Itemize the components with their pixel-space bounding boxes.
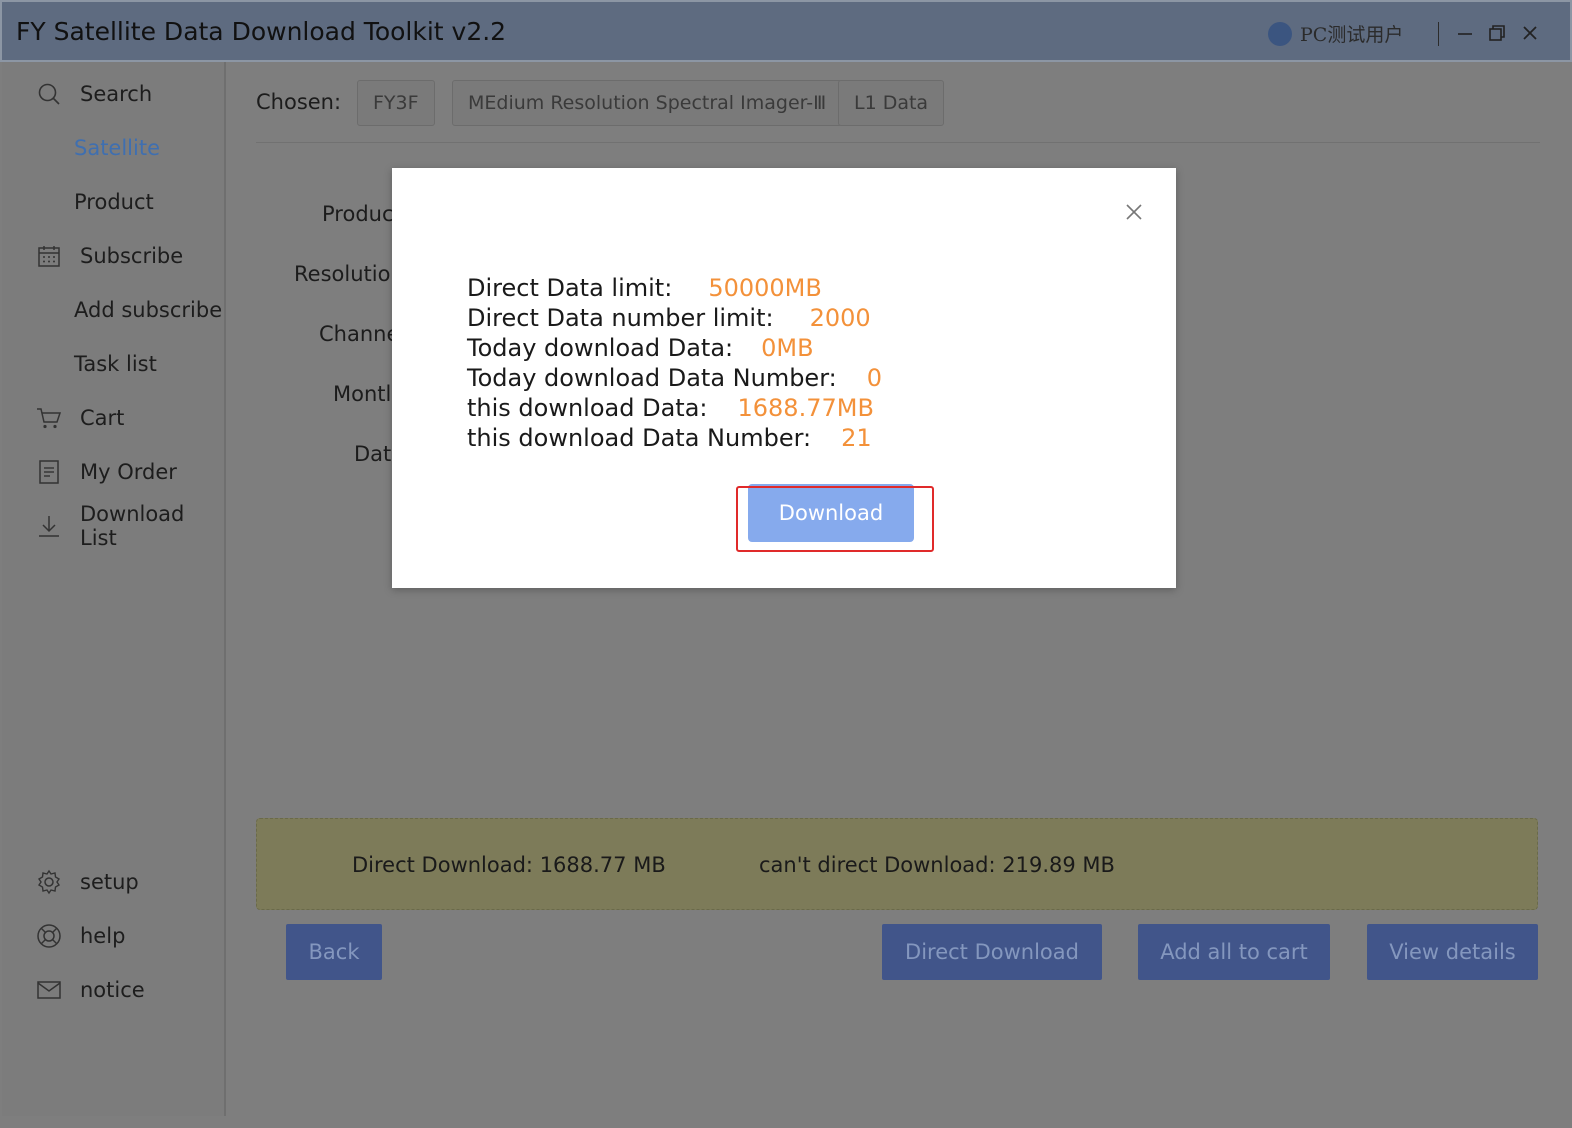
dialog-row-this-data: this download Data: 1688.77MB bbox=[467, 394, 874, 422]
sidebar-item-label: Download List bbox=[80, 502, 185, 550]
chosen-chip-data-level[interactable]: L1 Data bbox=[838, 80, 945, 126]
dialog-close-button[interactable] bbox=[1122, 200, 1146, 224]
download-summary: Direct Download: 1688.77 MB can't direct… bbox=[256, 818, 1538, 910]
view-details-button[interactable]: View details bbox=[1367, 924, 1538, 980]
chosen-label: Chosen: bbox=[256, 90, 342, 114]
sidebar-item-subscribe[interactable]: Subscribe bbox=[2, 236, 226, 276]
close-window-button[interactable] bbox=[1517, 18, 1543, 48]
row-label: Today download Data: bbox=[467, 334, 734, 362]
row-label: this download Data: bbox=[467, 394, 708, 422]
dialog-row-direct-number-limit: Direct Data number limit: 2000 bbox=[467, 304, 871, 332]
sidebar-item-label: Add subscribe bbox=[74, 298, 223, 322]
sidebar-item-label: My Order bbox=[80, 460, 177, 484]
row-label: Today download Data Number: bbox=[467, 364, 837, 392]
row-label: Direct Data number limit: bbox=[467, 304, 774, 332]
dialog-row-direct-limit: Direct Data limit: 50000MB bbox=[467, 274, 822, 302]
close-icon bbox=[1523, 26, 1537, 40]
sidebar-item-notice[interactable]: notice bbox=[2, 970, 226, 1010]
dialog-row-today-number: Today download Data Number: 0 bbox=[467, 364, 882, 392]
minimize-icon bbox=[1458, 33, 1472, 35]
form-label-product: Produc bbox=[322, 202, 394, 226]
sidebar-item-product[interactable]: Product bbox=[2, 182, 226, 222]
row-value: 0MB bbox=[761, 334, 814, 362]
avatar bbox=[1268, 21, 1292, 46]
sidebar-item-download-list[interactable]: Download List bbox=[2, 502, 226, 550]
direct-download-size: Direct Download: 1688.77 MB bbox=[352, 853, 666, 877]
document-icon bbox=[36, 459, 62, 485]
title-bar: FY Satellite Data Download Toolkit v2.2 … bbox=[0, 0, 1572, 62]
maximize-button[interactable] bbox=[1484, 18, 1510, 48]
divider bbox=[256, 142, 1540, 143]
add-all-to-cart-button[interactable]: Add all to cart bbox=[1138, 924, 1330, 980]
indirect-download-size: can't direct Download: 219.89 MB bbox=[759, 853, 1115, 877]
sidebar-item-label: notice bbox=[80, 978, 145, 1002]
cart-icon bbox=[36, 405, 62, 431]
sidebar-item-task-list[interactable]: Task list bbox=[2, 344, 226, 384]
row-value: 0 bbox=[866, 364, 883, 392]
form-label-resolution: Resolution bbox=[294, 262, 404, 286]
sidebar-item-satellite[interactable]: Satellite bbox=[2, 128, 226, 168]
sidebar-item-label: help bbox=[80, 924, 126, 948]
user-account[interactable]: PC测试用户 bbox=[1268, 20, 1403, 47]
sidebar-item-cart[interactable]: Cart bbox=[2, 398, 226, 438]
sidebar-item-label: Search bbox=[80, 82, 153, 106]
sidebar-item-label: Subscribe bbox=[80, 244, 184, 268]
highlight-box bbox=[736, 486, 934, 552]
lifebuoy-icon bbox=[36, 923, 62, 949]
minimize-button[interactable] bbox=[1452, 18, 1478, 48]
sidebar-item-label: Product bbox=[74, 190, 154, 214]
restore-icon bbox=[1489, 25, 1505, 41]
back-button[interactable]: Back bbox=[286, 924, 382, 980]
sidebar-item-setup[interactable]: setup bbox=[2, 862, 226, 902]
sidebar-item-label: setup bbox=[80, 870, 139, 894]
download-icon bbox=[36, 513, 62, 539]
row-value: 1688.77MB bbox=[737, 394, 874, 422]
row-value: 2000 bbox=[809, 304, 871, 332]
row-value: 50000MB bbox=[708, 274, 822, 302]
calendar-icon bbox=[36, 243, 62, 269]
row-label: this download Data Number: bbox=[467, 424, 812, 452]
chosen-chip-satellite[interactable]: FY3F bbox=[357, 80, 435, 126]
form-label-month: Montl bbox=[333, 382, 392, 406]
chosen-chip-instrument[interactable]: MEdium Resolution Spectral Imager-Ⅲ bbox=[452, 80, 843, 126]
direct-download-button[interactable]: Direct Download bbox=[882, 924, 1102, 980]
sidebar-item-add-subscribe[interactable]: Add subscribe bbox=[2, 290, 226, 330]
sidebar-item-search[interactable]: Search bbox=[2, 74, 226, 114]
download-confirm-dialog: Direct Data limit: 50000MB Direct Data nu… bbox=[392, 168, 1176, 588]
sidebar-item-label: Satellite bbox=[74, 136, 161, 160]
row-value: 21 bbox=[841, 424, 872, 452]
user-name: PC测试用户 bbox=[1300, 24, 1404, 46]
sidebar-item-help[interactable]: help bbox=[2, 916, 226, 956]
window-title: FY Satellite Data Download Toolkit v2.2 bbox=[16, 16, 507, 46]
gear-icon bbox=[36, 869, 62, 895]
title-separator bbox=[1438, 22, 1439, 46]
dialog-row-today-data: Today download Data: 0MB bbox=[467, 334, 814, 362]
sidebar: Search Satellite Product Subscribe Add s… bbox=[2, 62, 226, 1116]
dialog-row-this-number: this download Data Number: 21 bbox=[467, 424, 872, 452]
sidebar-item-label: Task list bbox=[74, 352, 157, 376]
search-icon bbox=[36, 81, 62, 107]
close-icon bbox=[1126, 204, 1142, 220]
mail-icon bbox=[36, 977, 62, 1003]
sidebar-item-label: Cart bbox=[80, 406, 125, 430]
form-label-channel: Channe bbox=[319, 322, 400, 346]
row-label: Direct Data limit: bbox=[467, 274, 673, 302]
sidebar-item-my-order[interactable]: My Order bbox=[2, 452, 226, 492]
